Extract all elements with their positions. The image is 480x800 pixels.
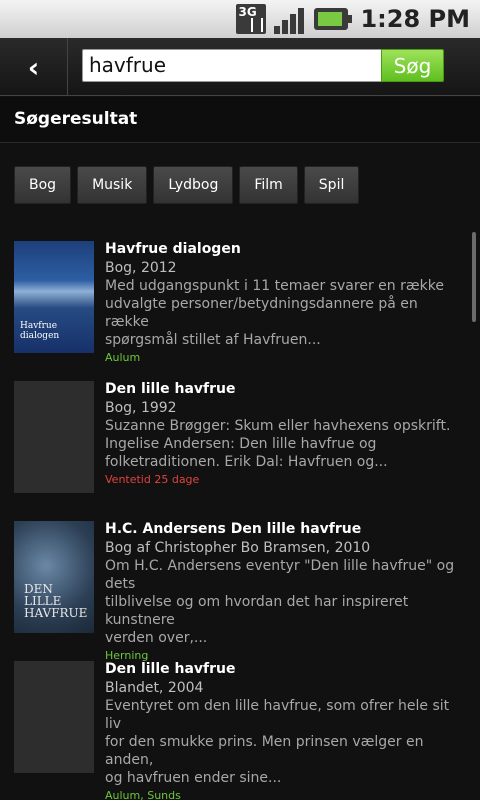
result-item[interactable]: DEN LILLE HAVFRUE H.C. Andersens Den lil… <box>0 520 472 662</box>
filter-lydbog-button[interactable]: Lydbog <box>153 166 234 204</box>
result-description-line: Suzanne Brøgger: Skum eller havhexens op… <box>105 418 451 434</box>
result-description-line: udvalgte personer/betydningsdannere på e… <box>105 296 418 330</box>
result-description-line: verden over,... <box>105 630 208 646</box>
book-cover-placeholder <box>14 661 94 773</box>
availability-label: Aulum, Sunds <box>105 789 181 800</box>
result-description-line: og havfruen ender sine... <box>105 770 282 786</box>
result-title: Den lille havfrue <box>105 661 236 677</box>
result-description-line: Ingelise Andersen: Den lille havfrue og <box>105 436 377 452</box>
availability-label: Ventetid 25 dage <box>105 473 200 486</box>
book-cover-placeholder <box>14 381 94 493</box>
result-title: H.C. Andersens Den lille havfrue <box>105 521 362 537</box>
filter-bar: Bog Musik Lydbog Film Spil <box>14 166 360 204</box>
result-title: Den lille havfrue <box>105 381 236 397</box>
back-button[interactable]: ‹ <box>0 38 68 96</box>
search-header: ‹ havfrue Søg <box>0 38 480 96</box>
book-cover-image: Havfrue dialogen <box>14 241 94 353</box>
network-label: 3G <box>238 5 257 19</box>
result-item[interactable]: Den lille havfrue Bog, 1992 Suzanne Brøg… <box>0 380 472 520</box>
availability-label: Aulum <box>105 351 141 364</box>
result-title: Havfrue dialogen <box>105 241 241 257</box>
search-button[interactable]: Søg <box>381 49 444 82</box>
status-bar: 3G 1:28 PM <box>0 0 480 38</box>
filter-spil-button[interactable]: Spil <box>303 166 360 204</box>
battery-charging-icon <box>314 8 353 30</box>
chevron-left-icon: ‹ <box>27 50 40 84</box>
scrollbar[interactable] <box>472 232 476 322</box>
result-description-line: Om H.C. Andersens eventyr "Den lille hav… <box>105 558 455 592</box>
section-header: Søgeresultat <box>0 97 480 143</box>
result-description-line: Eventyret om den lille havfrue, som ofre… <box>105 698 450 732</box>
status-time: 1:28 PM <box>360 5 470 33</box>
filter-bog-button[interactable]: Bog <box>14 166 72 204</box>
result-meta: Bog, 2012 <box>105 260 177 276</box>
result-meta: Bog, 1992 <box>105 400 177 416</box>
result-description-line: spørgsmål stillet af Havfruen... <box>105 332 321 348</box>
result-meta: Bog af Christopher Bo Bramsen, 2010 <box>105 540 371 556</box>
result-description-line: folketraditionen. Erik Dal: Havfruen og.… <box>105 454 388 470</box>
network-3g-icon: 3G <box>236 4 267 34</box>
result-description-line: Med udgangspunkt i 11 temaer svarer en r… <box>105 278 444 294</box>
book-cover-image: DEN LILLE HAVFRUE <box>14 521 94 633</box>
result-meta: Blandet, 2004 <box>105 680 204 696</box>
cover-title: Havfrue dialogen <box>20 321 60 341</box>
result-item[interactable]: Havfrue dialogen Havfrue dialogen Bog, 2… <box>0 240 472 380</box>
section-title: Søgeresultat <box>14 109 138 129</box>
signal-strength-icon <box>274 4 306 34</box>
filter-film-button[interactable]: Film <box>239 166 298 204</box>
search-input[interactable]: havfrue <box>82 49 382 82</box>
result-description-line: tilblivelse og om hvordan det har inspir… <box>105 594 409 628</box>
cover-title: DEN LILLE HAVFRUE <box>24 582 88 620</box>
result-description-line: for den smukke prins. Men prinsen vælger… <box>105 734 424 768</box>
filter-musik-button[interactable]: Musik <box>77 166 148 204</box>
result-item[interactable]: Den lille havfrue Blandet, 2004 Eventyre… <box>0 660 472 800</box>
